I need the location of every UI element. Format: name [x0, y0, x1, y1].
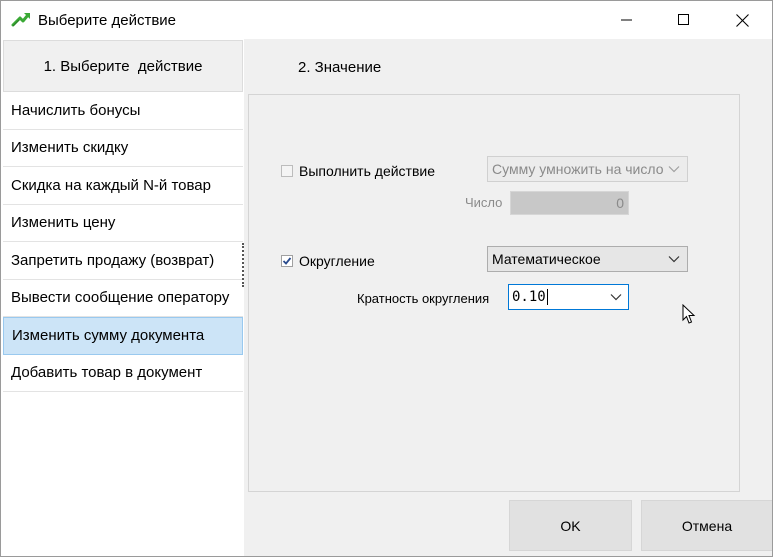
cancel-button[interactable]: Отмена: [641, 500, 772, 551]
ok-button[interactable]: OK: [509, 500, 632, 551]
perform-action-combo[interactable]: Сумму умножить на число: [487, 156, 688, 182]
action-list: Начислить бонусы Изменить скидку Скидка …: [3, 92, 243, 392]
action-item-change-price[interactable]: Изменить цену: [3, 204, 243, 242]
maximize-icon: [678, 14, 689, 25]
panel-splitter-handle[interactable]: [242, 243, 245, 287]
action-item-label: Изменить скидку: [11, 139, 129, 157]
checkmark-icon: [282, 257, 292, 265]
close-button[interactable]: [719, 1, 765, 39]
rounding-label: Округление: [299, 253, 375, 269]
perform-action-row: Выполнить действие: [281, 163, 435, 179]
value-panel: Выполнить действие Сумму умножить на чис…: [248, 94, 740, 492]
action-item-label: Скидка на каждый N-й товар: [11, 176, 211, 194]
perform-action-combo-value: Сумму умножить на число: [492, 161, 664, 177]
window-title: Выберите действие: [38, 12, 177, 29]
rounding-step-combo[interactable]: 0.10: [508, 284, 629, 310]
action-item-add-product[interactable]: Добавить товар в документ: [3, 354, 243, 392]
action-item-label: Изменить цену: [11, 214, 116, 232]
rounding-mode-value: Математическое: [492, 251, 601, 267]
minimize-button[interactable]: [604, 1, 650, 39]
rounding-checkbox[interactable]: [281, 255, 293, 267]
action-item-label: Изменить сумму документа: [12, 327, 205, 345]
number-label: Число: [465, 195, 503, 210]
mouse-cursor-icon: [682, 304, 696, 324]
rounding-mode-combo[interactable]: Математическое: [487, 246, 688, 272]
action-item-label: Добавить товар в документ: [11, 364, 203, 382]
number-row: Число: [465, 195, 502, 210]
chevron-down-icon: [668, 256, 680, 263]
action-item-show-message[interactable]: Вывести сообщение оператору: [3, 279, 243, 317]
action-item-label: Запретить продажу (возврат): [11, 251, 215, 269]
chevron-down-icon: [668, 166, 680, 173]
rounding-step-label: Кратность округления: [357, 291, 490, 306]
maximize-button[interactable]: [661, 1, 707, 39]
action-item-accrue-bonuses[interactable]: Начислить бонусы: [3, 92, 243, 130]
action-item-label: Вывести сообщение оператору: [11, 289, 230, 307]
dialog-window: Выберите действие 1. Выберите действие Н…: [0, 0, 773, 557]
rounding-step-row: Кратность округления: [357, 291, 489, 306]
value-section-title: 2. Значение: [298, 59, 382, 76]
number-input[interactable]: 0: [510, 191, 629, 215]
action-panel-header: 1. Выберите действие: [3, 40, 243, 92]
perform-action-label: Выполнить действие: [299, 163, 436, 179]
action-item-forbid-sale[interactable]: Запретить продажу (возврат): [3, 242, 243, 280]
chevron-down-icon: [610, 294, 622, 301]
action-item-nth-item-discount[interactable]: Скидка на каждый N-й товар: [3, 167, 243, 205]
text-caret: [546, 289, 548, 305]
rounding-step-value[interactable]: 0.10: [512, 289, 546, 305]
title-bar: Выберите действие: [1, 1, 772, 39]
close-icon: [735, 13, 749, 27]
app-arrow-icon: [11, 13, 30, 27]
action-panel: 1. Выберите действие Начислить бонусы Из…: [1, 39, 244, 556]
minimize-icon: [621, 19, 632, 21]
action-item-label: Начислить бонусы: [11, 101, 141, 119]
perform-action-checkbox[interactable]: [281, 165, 293, 177]
rounding-row: Округление: [281, 253, 375, 269]
action-item-change-document-sum[interactable]: Изменить сумму документа: [3, 317, 243, 355]
action-item-change-discount[interactable]: Изменить скидку: [3, 129, 243, 167]
